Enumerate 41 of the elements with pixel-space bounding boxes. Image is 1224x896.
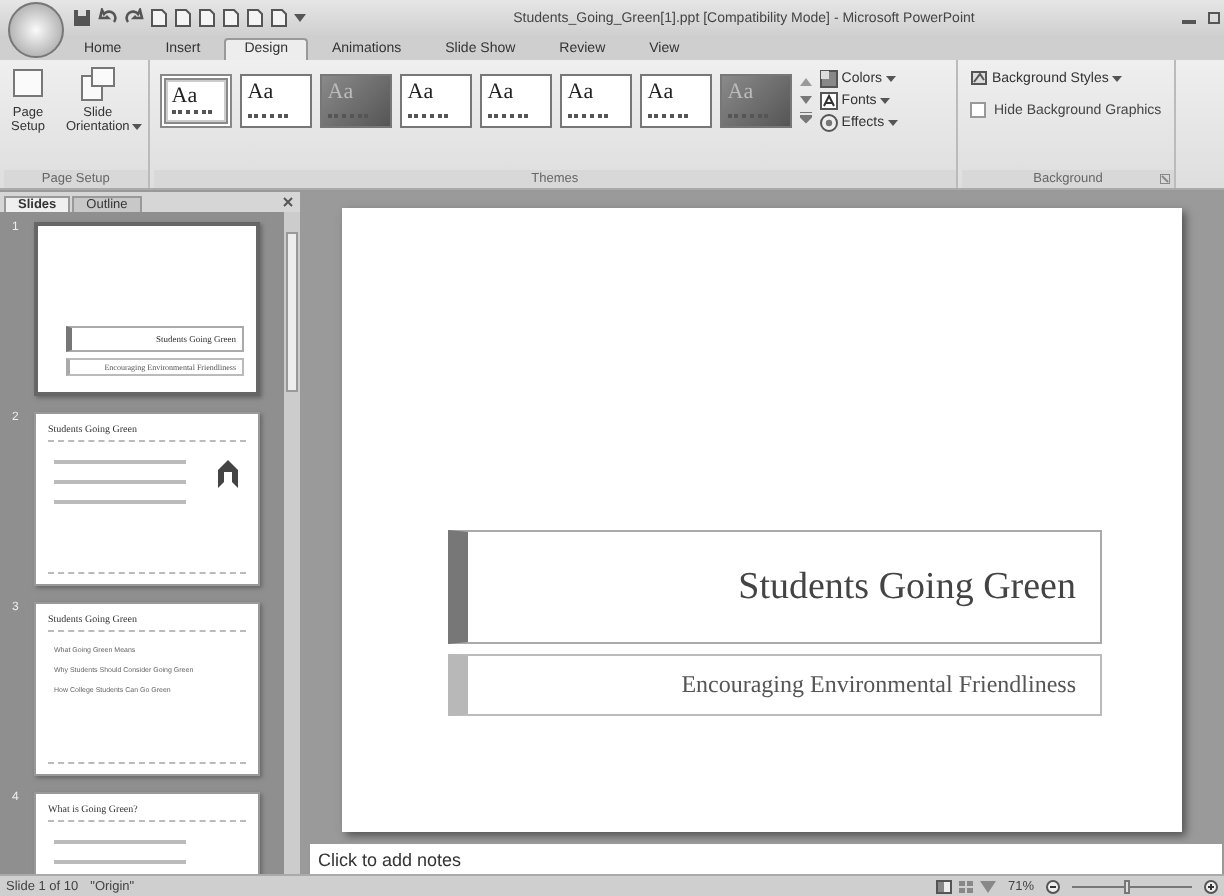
caret-icon [1112, 75, 1123, 81]
caret-icon [886, 76, 897, 82]
normal-view-icon[interactable] [935, 879, 952, 893]
zoom-out-icon[interactable] [1046, 879, 1060, 893]
maximize-icon[interactable] [1208, 10, 1220, 26]
page-icon [10, 66, 46, 102]
text-line [54, 500, 186, 504]
checkbox[interactable] [970, 102, 986, 118]
paint-icon [970, 70, 988, 86]
save-icon[interactable] [72, 8, 92, 28]
theme-thumbnail[interactable]: Aa [239, 74, 312, 128]
undo-icon[interactable] [98, 8, 118, 28]
theme-thumbnail[interactable]: Aa [559, 74, 632, 128]
scroll-down-icon[interactable] [799, 94, 812, 106]
text-line [54, 460, 186, 464]
more-icon[interactable] [799, 112, 812, 124]
text-line [54, 840, 186, 844]
caret-icon[interactable] [294, 12, 306, 24]
caret-icon [888, 120, 899, 126]
notes-field[interactable]: Click to add notes [308, 842, 1224, 876]
caret-icon [880, 98, 891, 104]
effects-icon [819, 114, 838, 132]
theme-thumbnail[interactable]: Aa [399, 74, 472, 128]
theme-thumbnail[interactable]: Aa [479, 74, 552, 128]
slide-canvas[interactable]: Students Going Green Encouraging Environmental Friendliness [342, 208, 1182, 832]
caret-icon [131, 124, 142, 131]
slide-title[interactable]: Students Going Green [448, 530, 1102, 644]
redo-icon[interactable] [124, 8, 144, 28]
office-button[interactable] [8, 2, 64, 58]
slide-subtitle[interactable]: Encouraging Environmental Friendliness [448, 654, 1102, 716]
theme-thumbnail[interactable]: Aa [639, 74, 712, 128]
palette-icon [819, 70, 838, 88]
zoom-in-icon[interactable] [1204, 879, 1218, 893]
pages-icon [79, 66, 116, 102]
scrollbar[interactable] [284, 212, 300, 874]
letter-a-icon [819, 92, 838, 110]
text-line [54, 480, 186, 484]
slider-thumb[interactable] [1123, 879, 1130, 893]
close-icon[interactable] [282, 196, 294, 208]
theme-thumbnail[interactable]: Aa [159, 74, 232, 128]
text-line [54, 860, 186, 864]
